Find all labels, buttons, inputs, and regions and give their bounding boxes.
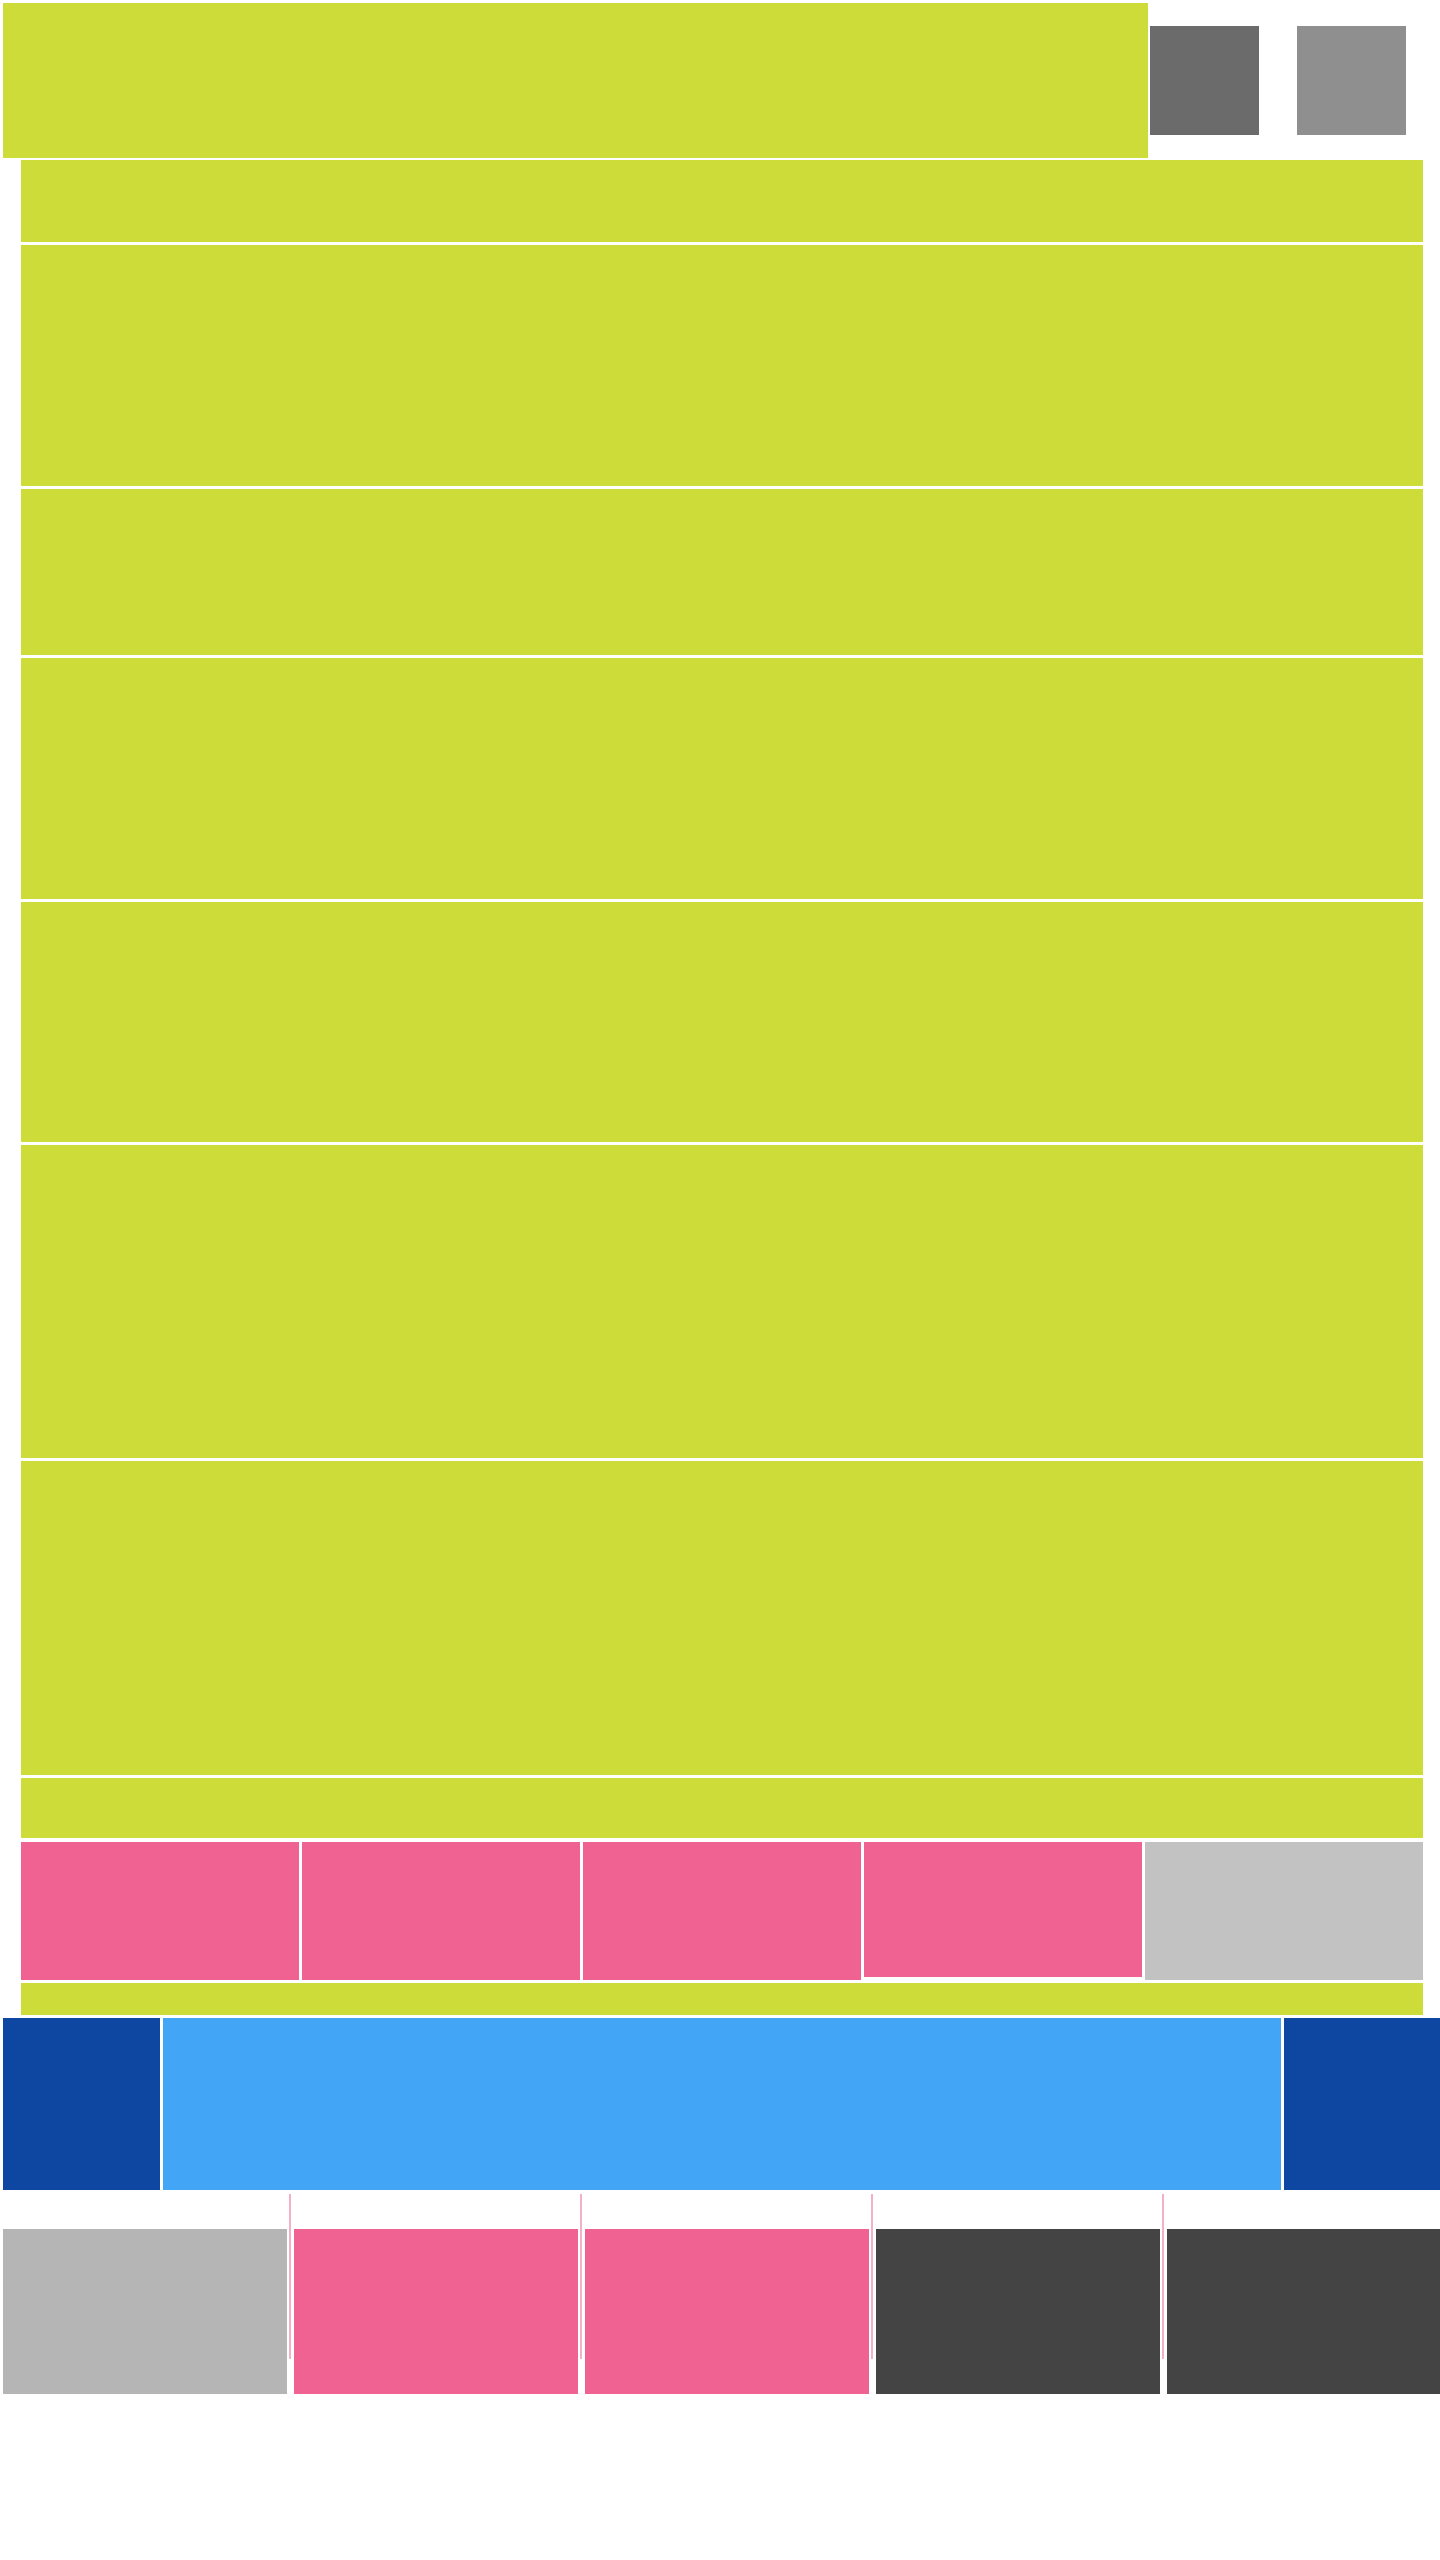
- list-item[interactable]: [21, 160, 1423, 242]
- tab-divider: [289, 2194, 291, 2359]
- bottom-tab[interactable]: [294, 2229, 578, 2394]
- segment-button[interactable]: [1145, 1842, 1423, 1980]
- segment-button[interactable]: [864, 1842, 1142, 1977]
- header-action-button-2[interactable]: [1297, 26, 1406, 135]
- bottom-tab[interactable]: [876, 2229, 1160, 2394]
- bottom-tab[interactable]: [1167, 2229, 1440, 2394]
- tab-divider: [580, 2194, 582, 2359]
- segment-button[interactable]: [302, 1842, 580, 1980]
- bottom-tab[interactable]: [3, 2229, 287, 2394]
- list-item[interactable]: [21, 902, 1423, 1142]
- list-item[interactable]: [21, 489, 1423, 655]
- list-item[interactable]: [21, 1778, 1423, 1838]
- list-item[interactable]: [21, 1461, 1423, 1775]
- segment-button[interactable]: [21, 1842, 299, 1980]
- header-action-button-1[interactable]: [1150, 26, 1259, 135]
- content-footer-strip: [21, 1983, 1423, 2015]
- bottom-tab[interactable]: [585, 2229, 869, 2394]
- tab-divider: [871, 2194, 873, 2359]
- player-title-bar[interactable]: [163, 2018, 1281, 2190]
- header-bar: [3, 3, 1148, 158]
- segment-button[interactable]: [583, 1842, 861, 1980]
- list-item[interactable]: [21, 1145, 1423, 1458]
- tab-divider: [1162, 2194, 1164, 2359]
- next-button[interactable]: [1284, 2018, 1440, 2190]
- list-item[interactable]: [21, 658, 1423, 899]
- list-item[interactable]: [21, 245, 1423, 486]
- previous-button[interactable]: [3, 2018, 160, 2190]
